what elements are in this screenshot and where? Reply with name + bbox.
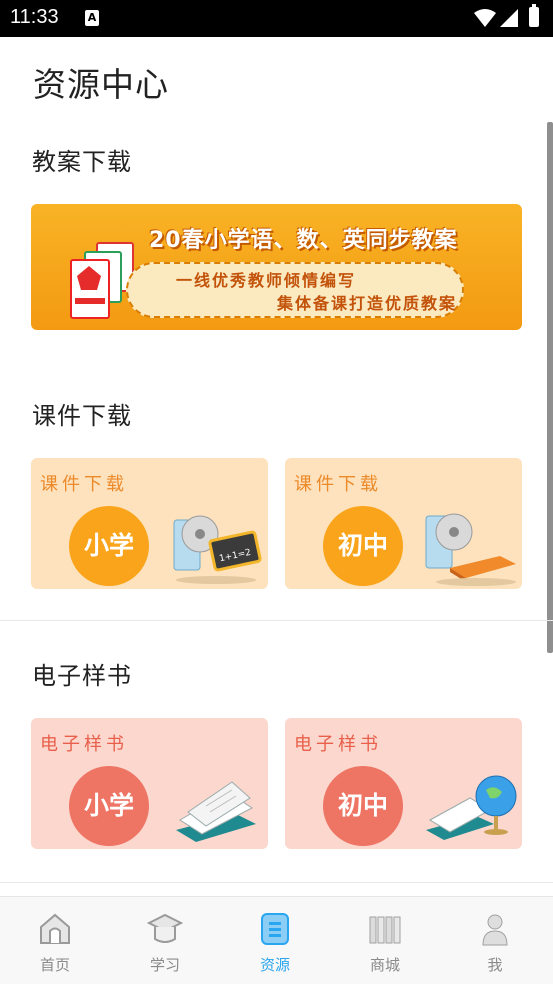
card-label: 电子样书 <box>40 734 128 755</box>
section-title-lesson-plans: 教案下载 <box>32 148 132 176</box>
tab-label: 商城 <box>369 956 400 974</box>
battery-icon <box>529 4 539 27</box>
person-icon <box>482 914 508 946</box>
ebook-junior-card[interactable]: 电子样书 初中 <box>285 718 522 849</box>
level-badge-junior: 初中 <box>323 506 403 586</box>
section-title-ebooks: 电子样书 <box>32 662 132 690</box>
graduation-cap-icon <box>147 913 183 943</box>
status-bar: 11:33 A <box>0 0 553 37</box>
level-badge-primary: 小学 <box>69 766 149 846</box>
card-label: 电子样书 <box>294 734 382 755</box>
level-badge-junior: 初中 <box>323 766 403 846</box>
card-label: 课件下载 <box>294 474 382 495</box>
signal-icon <box>500 9 518 27</box>
tab-me[interactable]: 我 <box>440 897 550 984</box>
courseware-primary-card[interactable]: 课件下载 小学 1+1=2 <box>31 458 268 589</box>
level-badge-primary: 小学 <box>69 506 149 586</box>
lesson-plan-banner[interactable]: 20春小学语、数、英同步教案 一线优秀教师倾情编写 集体备课打造优质教案 <box>31 204 522 330</box>
globe-book-icon <box>426 775 517 840</box>
card-label: 课件下载 <box>40 474 128 495</box>
tab-label: 资源 <box>259 956 290 974</box>
bottom-tab-bar: 首页 学习 资源 商城 我 <box>0 896 553 984</box>
tab-resources[interactable]: 资源 <box>220 897 330 984</box>
tab-label: 我 <box>487 956 503 974</box>
tab-study[interactable]: 学习 <box>110 897 220 984</box>
page-title: 资源中心 <box>33 65 169 104</box>
notification-icon: A <box>85 10 99 26</box>
home-icon <box>40 913 70 944</box>
status-time: 11:33 <box>10 6 59 28</box>
tab-label: 学习 <box>149 956 180 974</box>
disc-blackboard-icon: 1+1=2 <box>173 515 262 584</box>
banner-headline: 20春小学语、数、英同步教案 <box>149 228 458 253</box>
banner-tagline-2: 集体备课打造优质教案 <box>277 294 458 313</box>
store-icon <box>369 916 401 944</box>
papers-book-icon <box>176 781 256 842</box>
disc-book-icon <box>425 513 516 586</box>
courseware-junior-card[interactable]: 课件下载 初中 <box>285 458 522 589</box>
section-title-courseware: 课件下载 <box>32 402 132 430</box>
section-divider <box>0 882 553 883</box>
tab-home[interactable]: 首页 <box>0 897 110 984</box>
tab-store[interactable]: 商城 <box>330 897 440 984</box>
banner-tagline-1: 一线优秀教师倾情编写 <box>176 271 357 290</box>
ebook-primary-card[interactable]: 电子样书 小学 <box>31 718 268 849</box>
section-divider <box>0 620 553 621</box>
resources-icon <box>261 913 289 945</box>
tab-label: 首页 <box>39 956 70 974</box>
scrollbar[interactable] <box>547 122 553 653</box>
wifi-icon <box>474 9 496 27</box>
